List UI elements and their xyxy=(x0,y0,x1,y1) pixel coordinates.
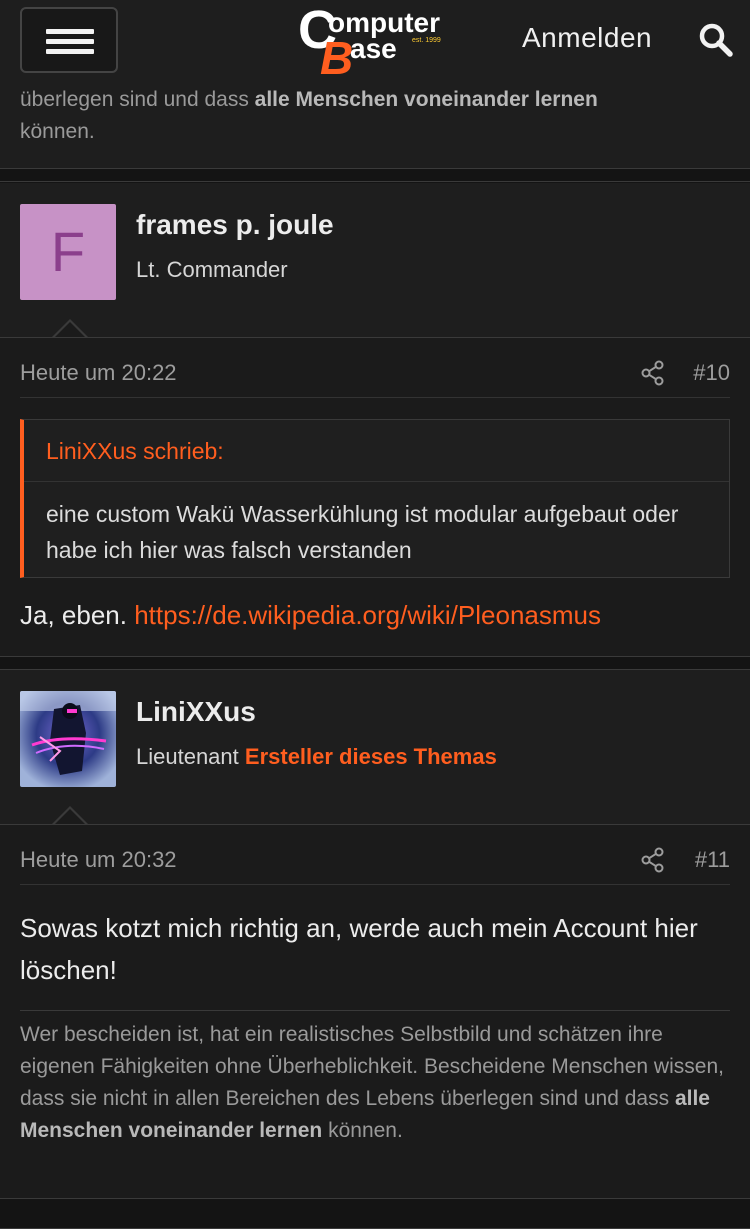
computerbase-logo[interactable]: C omputer B ase est. 1999 xyxy=(298,2,458,76)
username[interactable]: LiniXXus xyxy=(136,696,256,728)
post-number[interactable]: #11 xyxy=(695,847,730,873)
post-date[interactable]: Heute um 20:32 xyxy=(20,847,177,873)
post-user-block: LiniXXus Lieutenant Ersteller dieses The… xyxy=(0,670,750,825)
post-body-text: Ja, eben. xyxy=(20,600,135,630)
signature-bold: alle Menschen voneinander lernen xyxy=(254,88,598,111)
post-10: Heute um 20:22 #10 LiniXXus schrieb: ein… xyxy=(0,337,750,656)
user-notch-inner xyxy=(54,322,86,338)
logo-line2: ase xyxy=(350,33,397,64)
post-date[interactable]: Heute um 20:22 xyxy=(20,360,177,386)
share-icon[interactable] xyxy=(640,360,666,386)
quote-author[interactable]: LiniXXus schrieb: xyxy=(24,420,729,482)
post-number[interactable]: #10 xyxy=(693,360,730,386)
user-notch-inner xyxy=(54,809,86,825)
avatar[interactable]: F xyxy=(20,204,116,300)
post-body: Sowas kotzt mich richtig an, werde auch … xyxy=(20,913,698,985)
user-title: Lt. Commander xyxy=(136,257,288,282)
signature-text-part: überlegen sind und dass xyxy=(20,88,255,111)
signature-text: überlegen sind und dass alle Menschen vo… xyxy=(20,84,730,148)
previous-post-signature: überlegen sind und dass alle Menschen vo… xyxy=(0,80,750,168)
signature-text-part: können. xyxy=(20,120,95,143)
avatar[interactable] xyxy=(20,691,116,787)
user-rank: Lieutenant xyxy=(136,744,239,769)
signature-text-part: Wer bescheiden ist, hat ein realistische… xyxy=(20,1023,724,1110)
user-title: Lieutenant Ersteller dieses Themas xyxy=(136,744,497,770)
menu-bar xyxy=(46,49,94,54)
hamburger-menu-button[interactable] xyxy=(20,7,118,73)
wikipedia-link[interactable]: https://de.wikipedia.org/wiki/Pleonasmus xyxy=(134,600,601,630)
post-divider xyxy=(0,168,750,182)
post-user-block: F frames p. joule Lt. Commander xyxy=(0,183,750,338)
post-11: Heute um 20:32 #11 Sowas kotzt mich rich… xyxy=(0,824,750,1198)
username[interactable]: frames p. joule xyxy=(136,209,334,241)
thread-starter-badge: Ersteller dieses Themas xyxy=(244,744,497,769)
quote-text: eine custom Wakü Wasserkühlung ist modul… xyxy=(46,501,679,563)
post-divider xyxy=(0,1198,750,1229)
login-link[interactable]: Anmelden xyxy=(522,22,652,54)
post-signature: Wer bescheiden ist, hat ein realistische… xyxy=(20,1010,730,1147)
post-divider xyxy=(0,656,750,670)
post-body: Ja, eben. https://de.wikipedia.org/wiki/… xyxy=(20,594,601,636)
menu-bar xyxy=(46,39,94,44)
share-icon[interactable] xyxy=(640,847,666,873)
quote-block: LiniXXus schrieb: eine custom Wakü Wasse… xyxy=(20,419,730,578)
post-meta: Heute um 20:22 #10 xyxy=(20,338,730,398)
menu-bar xyxy=(46,29,94,34)
logo-est: est. 1999 xyxy=(412,37,441,44)
site-header: C omputer B ase est. 1999 Anmelden xyxy=(0,0,750,80)
search-icon[interactable] xyxy=(696,20,736,60)
signature-text-part: können. xyxy=(322,1119,403,1142)
post-meta: Heute um 20:32 #11 xyxy=(20,825,730,885)
signature-text: Wer bescheiden ist, hat ein realistische… xyxy=(20,1019,730,1147)
logo-b: B xyxy=(320,32,353,76)
